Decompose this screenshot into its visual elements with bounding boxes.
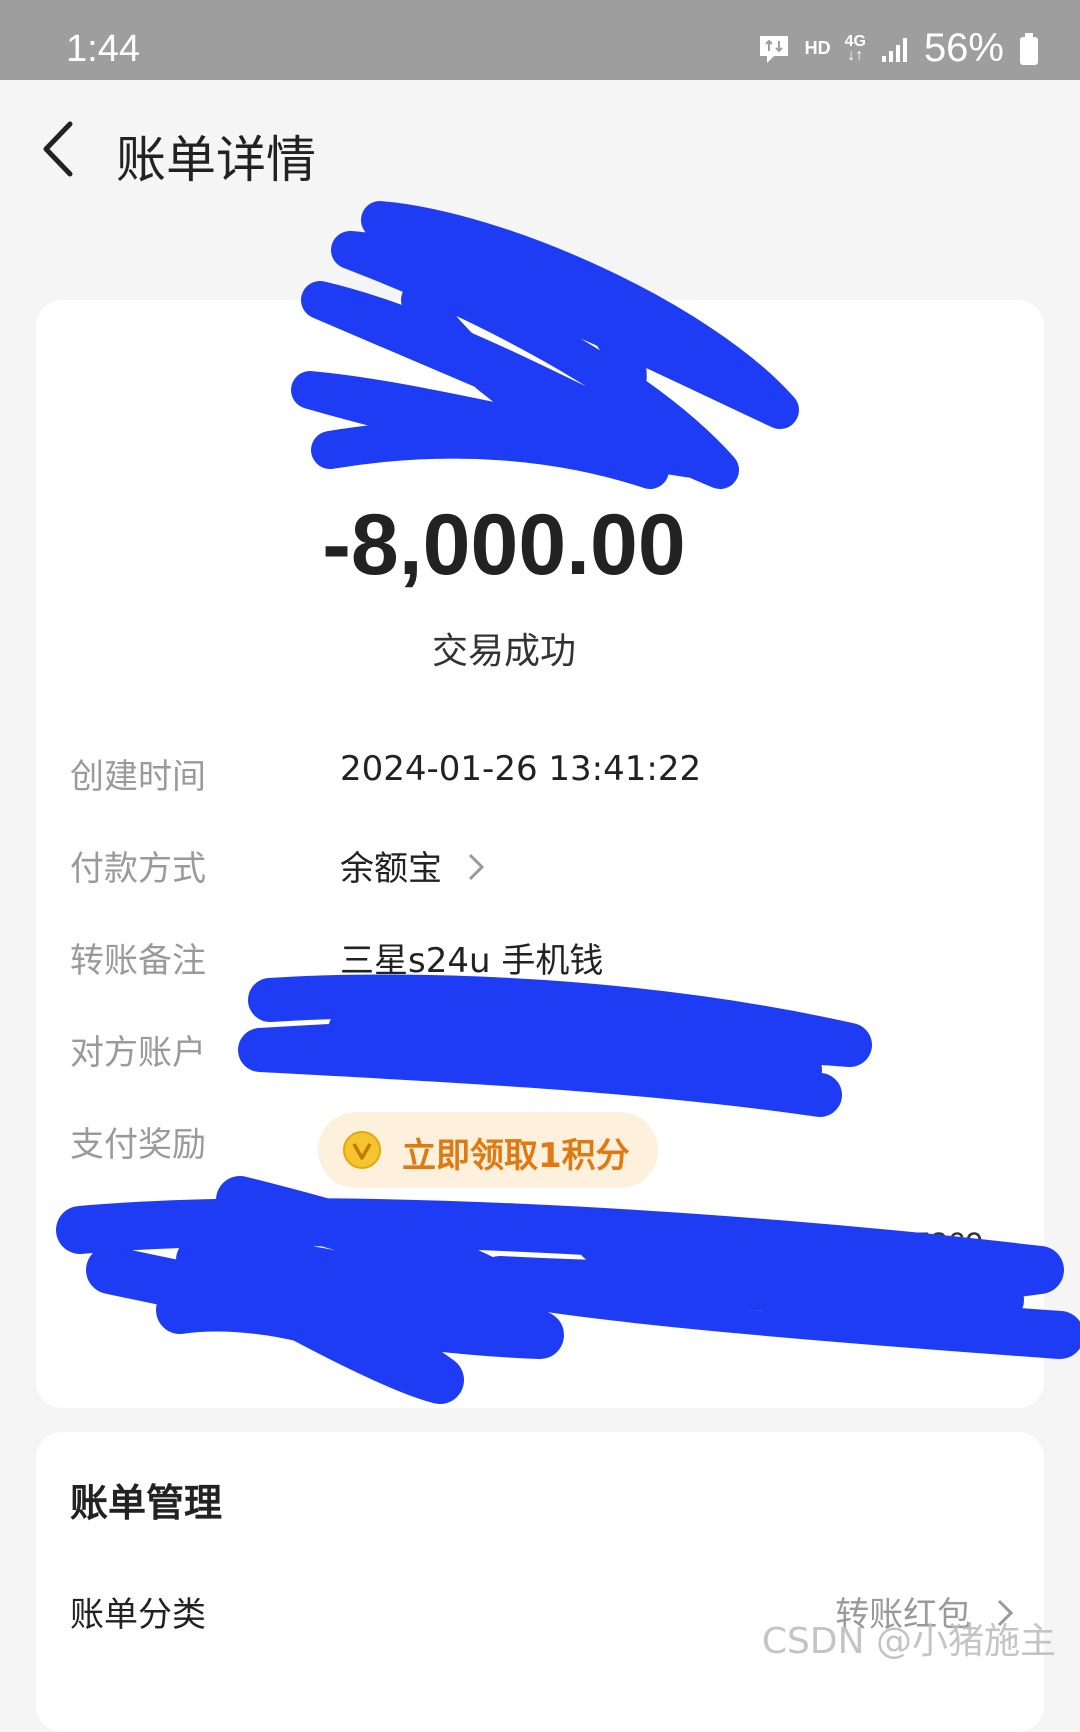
transfer-note-label: 转账备注 (70, 941, 206, 981)
status-icons: HD 4G ↓↑ 56% (757, 26, 1040, 71)
counterparty-account-label: 对方账户 (70, 1033, 206, 1073)
battery-icon (1018, 32, 1040, 66)
payment-method-value: 余额宝 (340, 849, 442, 889)
bill-management-title: 账单管理 (70, 1481, 223, 1525)
transfer-note-value: 三星s24u 手机钱 (340, 941, 604, 981)
transaction-amount: -8,000.00 (322, 497, 686, 593)
network-type: 4G ↓↑ (845, 33, 866, 64)
gold-coin-icon (342, 1130, 382, 1170)
watermark: CSDN @小猪施主 (761, 1621, 1056, 1662)
page-title: 账单详情 (116, 131, 316, 189)
transaction-status: 交易成功 (431, 631, 576, 672)
message-sync-icon (757, 32, 791, 66)
claim-points-label: 立即领取1积分 (402, 1136, 630, 1176)
payment-method-link[interactable]: 余额宝 (340, 841, 485, 891)
data-arrows-icon: ↓↑ (847, 46, 864, 64)
back-arrow-icon[interactable] (36, 116, 86, 182)
created-time-label: 创建时间 (70, 757, 206, 797)
payment-method-label: 付款方式 (70, 849, 206, 889)
bill-management-card: 账单管理 账单分类 转账红包 (36, 1432, 1044, 1732)
page-header: 账单详情 (0, 80, 1080, 220)
status-time: 1:44 (66, 28, 140, 70)
chevron-right-icon (467, 851, 485, 891)
bill-category-label: 账单分类 (70, 1595, 206, 1635)
claim-points-button[interactable]: 立即领取1积分 (318, 1112, 658, 1188)
created-time-value: 2024-01-26 13:41:22 (340, 749, 702, 789)
order-number-tail: 7269 (912, 1226, 984, 1262)
status-bar: 1:44 HD 4G ↓↑ 56% (0, 0, 1080, 80)
payment-reward-label: 支付奖励 (70, 1125, 206, 1165)
battery-percent: 56% (923, 26, 1004, 70)
hd-indicator: HD (804, 38, 831, 58)
signal-icon (880, 34, 910, 64)
